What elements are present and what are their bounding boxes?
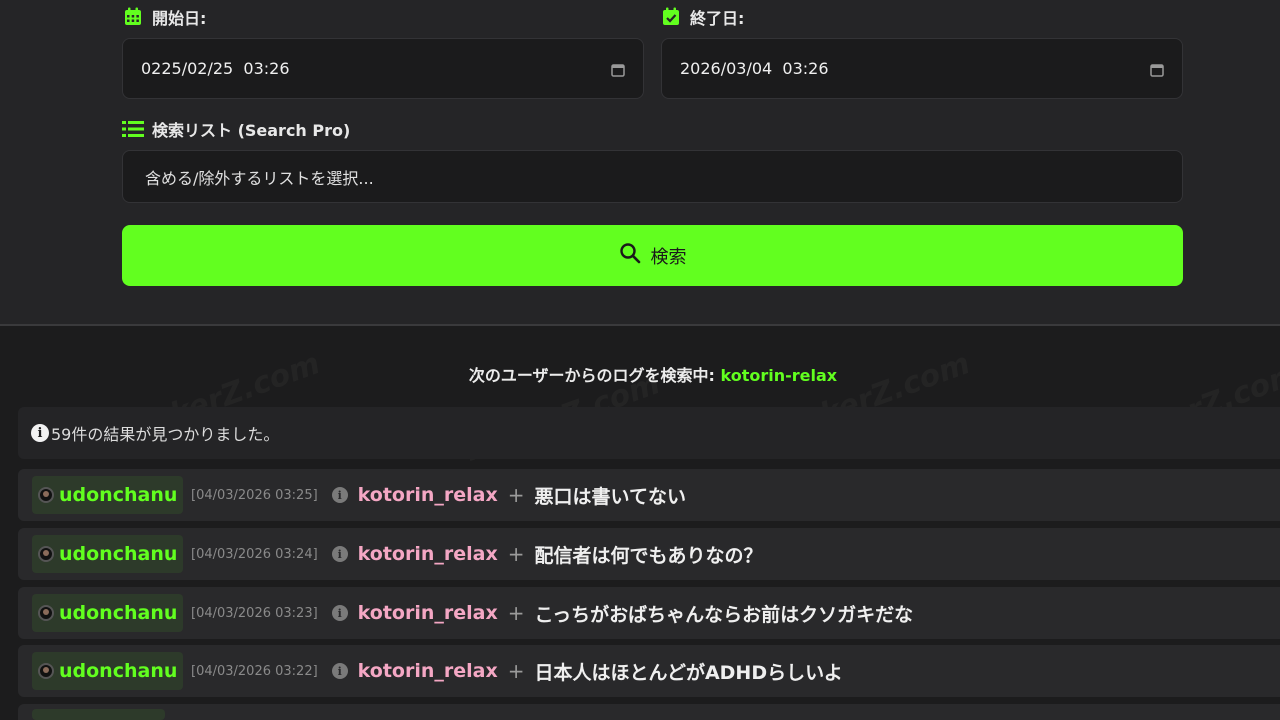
calendar-picker-icon[interactable] — [611, 62, 625, 77]
info-icon[interactable]: i — [331, 663, 348, 679]
log-timestamp: [04/03/2026 03:23] — [191, 605, 318, 621]
plus-icon[interactable]: + — [508, 601, 525, 625]
user-chip[interactable]: udonchanu — [32, 535, 183, 573]
calendar-picker-icon[interactable] — [1150, 62, 1164, 77]
log-row-partial — [18, 704, 1280, 720]
plus-icon[interactable]: + — [508, 659, 525, 683]
avatar — [38, 663, 54, 679]
avatar — [38, 546, 54, 562]
log-timestamp: [04/03/2026 03:25] — [191, 487, 318, 503]
start-date-input[interactable]: 0225/02/25 03:26 — [122, 38, 644, 99]
start-date-value: 0225/02/25 03:26 — [141, 59, 290, 78]
log-message: 悪口は書いてない — [534, 485, 686, 508]
search-list-select[interactable]: 含める/除外するリストを選択... — [122, 150, 1183, 203]
search-form-panel: 開始日: 終了日: 0225/02/25 03:26 2026/03/04 03… — [0, 0, 1280, 326]
calendar-check-icon — [660, 6, 682, 28]
log-target-channel[interactable]: kotorin_relax — [358, 660, 498, 682]
calendar-icon — [122, 6, 144, 28]
log-username: udonchanu — [59, 484, 178, 506]
end-date-value: 2026/03/04 03:26 — [680, 59, 829, 78]
results-count: 59件の結果が見つかりました。 — [51, 425, 280, 444]
search-button-label: 検索 — [650, 246, 687, 268]
log-message: 配信者は何でもありなの？ — [534, 544, 763, 567]
log-username: udonchanu — [59, 660, 178, 682]
status-user: kotorin-relax — [720, 366, 838, 385]
search-button[interactable]: 検索 — [122, 225, 1183, 286]
log-message: こっちがおばちゃんならお前はクソガキだな — [534, 603, 914, 626]
log-row: udonchanu [04/03/2026 03:22] i kotorin_r… — [18, 645, 1280, 697]
log-row: udonchanu [04/03/2026 03:24] i kotorin_r… — [18, 528, 1280, 580]
end-date-label: 終了日: — [660, 5, 744, 29]
log-username: udonchanu — [59, 602, 178, 624]
search-status: 次のユーザーからのログを検索中: kotorin-relax — [0, 362, 1280, 386]
log-row: udonchanu [04/03/2026 03:25] i kotorin_r… — [18, 469, 1280, 521]
search-icon — [619, 242, 641, 269]
end-date-input[interactable]: 2026/03/04 03:26 — [661, 38, 1183, 99]
info-icon[interactable]: i — [331, 546, 348, 562]
log-target-channel[interactable]: kotorin_relax — [358, 543, 498, 565]
user-chip-partial — [32, 709, 165, 720]
start-date-label: 開始日: — [122, 5, 206, 29]
user-chip[interactable]: udonchanu — [32, 652, 183, 690]
user-chip[interactable]: udonchanu — [32, 476, 183, 514]
search-list-label: 検索リスト (Search Pro) — [122, 117, 350, 141]
status-prefix: 次のユーザーからのログを検索中: — [468, 366, 721, 385]
log-message: 日本人はほとんどがADHDらしいよ — [534, 661, 843, 684]
user-chip[interactable]: udonchanu — [32, 594, 183, 632]
list-icon — [122, 118, 144, 140]
search-list-label-text: 検索リスト (Search Pro) — [152, 121, 351, 140]
avatar — [38, 487, 54, 503]
plus-icon[interactable]: + — [508, 483, 525, 507]
log-timestamp: [04/03/2026 03:22] — [191, 663, 318, 679]
start-date-label-text: 開始日: — [152, 9, 207, 28]
info-icon: i — [31, 424, 49, 442]
plus-icon[interactable]: + — [508, 542, 525, 566]
log-target-channel[interactable]: kotorin_relax — [358, 602, 498, 624]
search-list-placeholder: 含める/除外するリストを選択... — [145, 168, 374, 188]
end-date-label-text: 終了日: — [690, 9, 745, 28]
info-icon[interactable]: i — [331, 487, 348, 503]
log-timestamp: [04/03/2026 03:24] — [191, 546, 318, 562]
log-username: udonchanu — [59, 543, 178, 565]
log-target-channel[interactable]: kotorin_relax — [358, 484, 498, 506]
avatar — [38, 605, 54, 621]
log-row: udonchanu [04/03/2026 03:23] i kotorin_r… — [18, 587, 1280, 639]
results-summary: i 59件の結果が見つかりました。 — [18, 407, 1280, 459]
info-icon[interactable]: i — [331, 605, 348, 621]
